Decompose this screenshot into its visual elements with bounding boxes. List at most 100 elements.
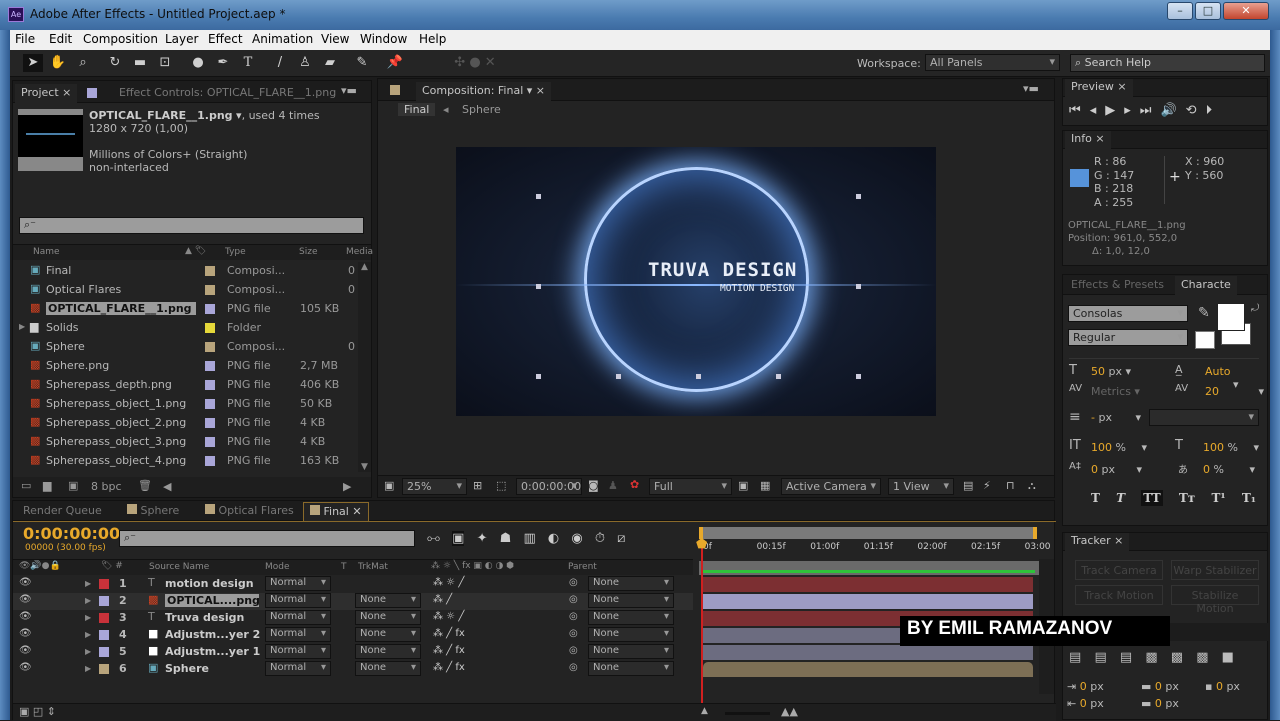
stabilize-motion-button[interactable]: Stabilize Motion xyxy=(1171,585,1259,615)
maximize-button[interactable]: □ xyxy=(1195,2,1221,20)
interpret-footage-icon[interactable]: ▭ xyxy=(21,479,31,492)
visibility-eye-icon[interactable]: 👁 xyxy=(19,611,32,622)
label-swatch[interactable] xyxy=(99,613,109,623)
blend-mode-select[interactable]: Normal xyxy=(265,644,331,659)
rotate-tool-icon[interactable]: ↻ xyxy=(105,54,125,72)
tab-character[interactable]: Characte xyxy=(1175,276,1237,295)
justify-last-left-button[interactable]: ▩ xyxy=(1145,650,1157,665)
tab-composition-final[interactable]: Composition: Final ▾ × xyxy=(416,82,551,101)
label-swatch[interactable] xyxy=(205,342,215,352)
timeline-icon[interactable]: ⊓ xyxy=(1006,479,1015,492)
view-layout-select[interactable]: 1 View xyxy=(888,478,954,495)
faux-bold-button[interactable]: T xyxy=(1091,491,1100,505)
fill-color-swatch[interactable] xyxy=(1217,303,1245,331)
motion-blur-icon[interactable]: ◐ xyxy=(548,531,559,546)
label-swatch[interactable] xyxy=(205,456,215,466)
audio-icon[interactable]: 🔊 xyxy=(1160,103,1185,118)
expand-arrow-icon[interactable]: ▶ xyxy=(85,630,91,639)
region-of-interest-icon[interactable]: ⬚ xyxy=(496,479,506,492)
visibility-eye-icon[interactable]: 👁 xyxy=(19,662,32,673)
indent-right-field[interactable]: ⇤ 0 px xyxy=(1067,697,1104,710)
small-caps-button[interactable]: Tт xyxy=(1179,491,1195,505)
label-swatch[interactable] xyxy=(99,664,109,674)
loop-icon[interactable]: ⟲ xyxy=(1186,103,1206,118)
expand-arrow-icon[interactable]: ▶ xyxy=(85,596,91,605)
pan-behind-tool-icon[interactable]: ⊡ xyxy=(155,54,175,72)
visibility-eye-icon[interactable]: 👁 xyxy=(19,594,32,605)
column-trkmat[interactable]: TrkMat xyxy=(358,562,388,572)
zoom-in-icon[interactable]: ▲▲ xyxy=(781,705,798,718)
draft-3d-icon[interactable]: ✦ xyxy=(477,531,488,546)
baseline-shift-field[interactable]: 0 px ▾ xyxy=(1091,463,1142,476)
layer-switches[interactable]: ⁂ ☼ ╱ xyxy=(433,577,464,588)
menu-composition[interactable]: Composition xyxy=(83,32,158,46)
project-item[interactable]: ▣ Optical Flares Composi... 0 xyxy=(13,281,358,300)
superscript-button[interactable]: T¹ xyxy=(1211,491,1225,505)
eyedropper-icon[interactable]: ✎ xyxy=(1198,305,1210,321)
subscript-button[interactable]: T₁ xyxy=(1242,491,1256,505)
all-caps-button[interactable]: TT xyxy=(1141,490,1163,506)
project-item[interactable]: ▩ OPTICAL_FLARE__1.png PNG file 105 KB xyxy=(13,300,358,319)
brainstorm-icon[interactable]: ◉ xyxy=(571,531,582,546)
zoom-out-icon[interactable]: ▲ xyxy=(701,706,708,716)
pick-whip-icon[interactable]: ◎ xyxy=(569,577,578,588)
visibility-eye-icon[interactable]: 👁 xyxy=(19,577,32,588)
visibility-eye-icon[interactable]: 👁 xyxy=(19,645,32,656)
indent-left-field[interactable]: ⇥ 0 px xyxy=(1067,680,1104,693)
horizontal-scale-field[interactable]: 100 % ▾ xyxy=(1203,441,1259,454)
track-matte-select[interactable]: None xyxy=(355,627,421,642)
current-time-indicator[interactable] xyxy=(701,539,703,704)
tab-effects-presets[interactable]: Effects & Presets xyxy=(1065,276,1170,295)
space-after-field[interactable]: ▬ 0 px xyxy=(1141,697,1179,710)
current-time-field[interactable]: 0:00:00:00 xyxy=(516,478,582,495)
stroke-style-select[interactable] xyxy=(1149,409,1259,426)
ram-preview-icon[interactable]: ⏵ xyxy=(1206,103,1222,118)
blend-mode-select[interactable]: Normal xyxy=(265,576,331,591)
column-mode[interactable]: Mode xyxy=(265,562,290,572)
label-swatch[interactable] xyxy=(205,285,215,295)
graph-editor-icon[interactable]: ⧄ xyxy=(617,531,625,546)
track-matte-select[interactable]: None xyxy=(355,644,421,659)
font-family-select[interactable]: Consolas xyxy=(1068,305,1188,322)
project-item[interactable]: ▣ Final Composi... 0 xyxy=(13,262,358,281)
faux-italic-button[interactable]: T xyxy=(1116,491,1125,505)
workspace-select[interactable]: All Panels xyxy=(925,54,1060,71)
zoom-tool-icon[interactable]: ⌕ xyxy=(73,54,93,72)
pick-whip-icon[interactable]: ◎ xyxy=(569,594,578,605)
column-parent[interactable]: Parent xyxy=(568,562,597,572)
tab-final[interactable]: Final ✕ xyxy=(303,502,369,521)
justify-last-center-button[interactable]: ▩ xyxy=(1171,650,1183,665)
layer-row[interactable]: 👁 ▶ 5 ■ Adjustm...yer 1 Normal None ⁂ ╱ fx ◎ None xyxy=(13,644,693,661)
layer-switches[interactable]: ⁂ ╱ fx xyxy=(433,628,465,639)
hide-shy-layers-icon[interactable]: ☗ xyxy=(500,531,512,546)
work-area-bar[interactable] xyxy=(699,527,1037,539)
expand-arrow-icon[interactable]: ▶ xyxy=(19,322,25,331)
tab-info[interactable]: Info × xyxy=(1065,131,1111,149)
align-center-button[interactable]: ▤ xyxy=(1094,650,1106,665)
panel-menu-icon[interactable]: ▾▬ xyxy=(341,84,357,97)
last-frame-icon[interactable]: ⏭ xyxy=(1140,103,1161,118)
menu-file[interactable]: File xyxy=(15,32,35,46)
label-swatch[interactable] xyxy=(205,418,215,428)
ellipse-tool-icon[interactable]: ● xyxy=(188,54,208,72)
always-preview-icon[interactable]: ▣ xyxy=(384,479,394,492)
space-before-field[interactable]: ▬ 0 px xyxy=(1141,680,1179,693)
current-time-display[interactable]: 0:00:00:00 xyxy=(23,524,120,543)
pixel-aspect-icon[interactable]: ▤ xyxy=(963,479,973,492)
column-media[interactable]: Media xyxy=(346,247,373,257)
new-folder-icon[interactable]: ▆ xyxy=(43,479,51,492)
visibility-eye-icon[interactable]: 👁 xyxy=(19,628,32,639)
swap-colors-icon[interactable]: ⤾ xyxy=(1251,303,1259,314)
scroll-right-icon[interactable]: ▶ xyxy=(343,480,351,493)
breadcrumb-final[interactable]: Final xyxy=(398,103,436,116)
track-motion-button[interactable]: Track Motion xyxy=(1075,585,1163,605)
layer-duration-bar[interactable] xyxy=(703,645,1033,660)
parent-select[interactable]: None xyxy=(588,593,674,608)
column-name[interactable]: Name xyxy=(33,247,60,257)
layer-duration-bar[interactable] xyxy=(703,662,1033,677)
label-swatch[interactable] xyxy=(205,399,215,409)
tab-sphere[interactable]: Sphere xyxy=(121,502,185,521)
eraser-tool-icon[interactable]: ▰ xyxy=(320,54,340,72)
close-button[interactable]: ✕ xyxy=(1223,2,1269,20)
parent-select[interactable]: None xyxy=(588,661,674,676)
